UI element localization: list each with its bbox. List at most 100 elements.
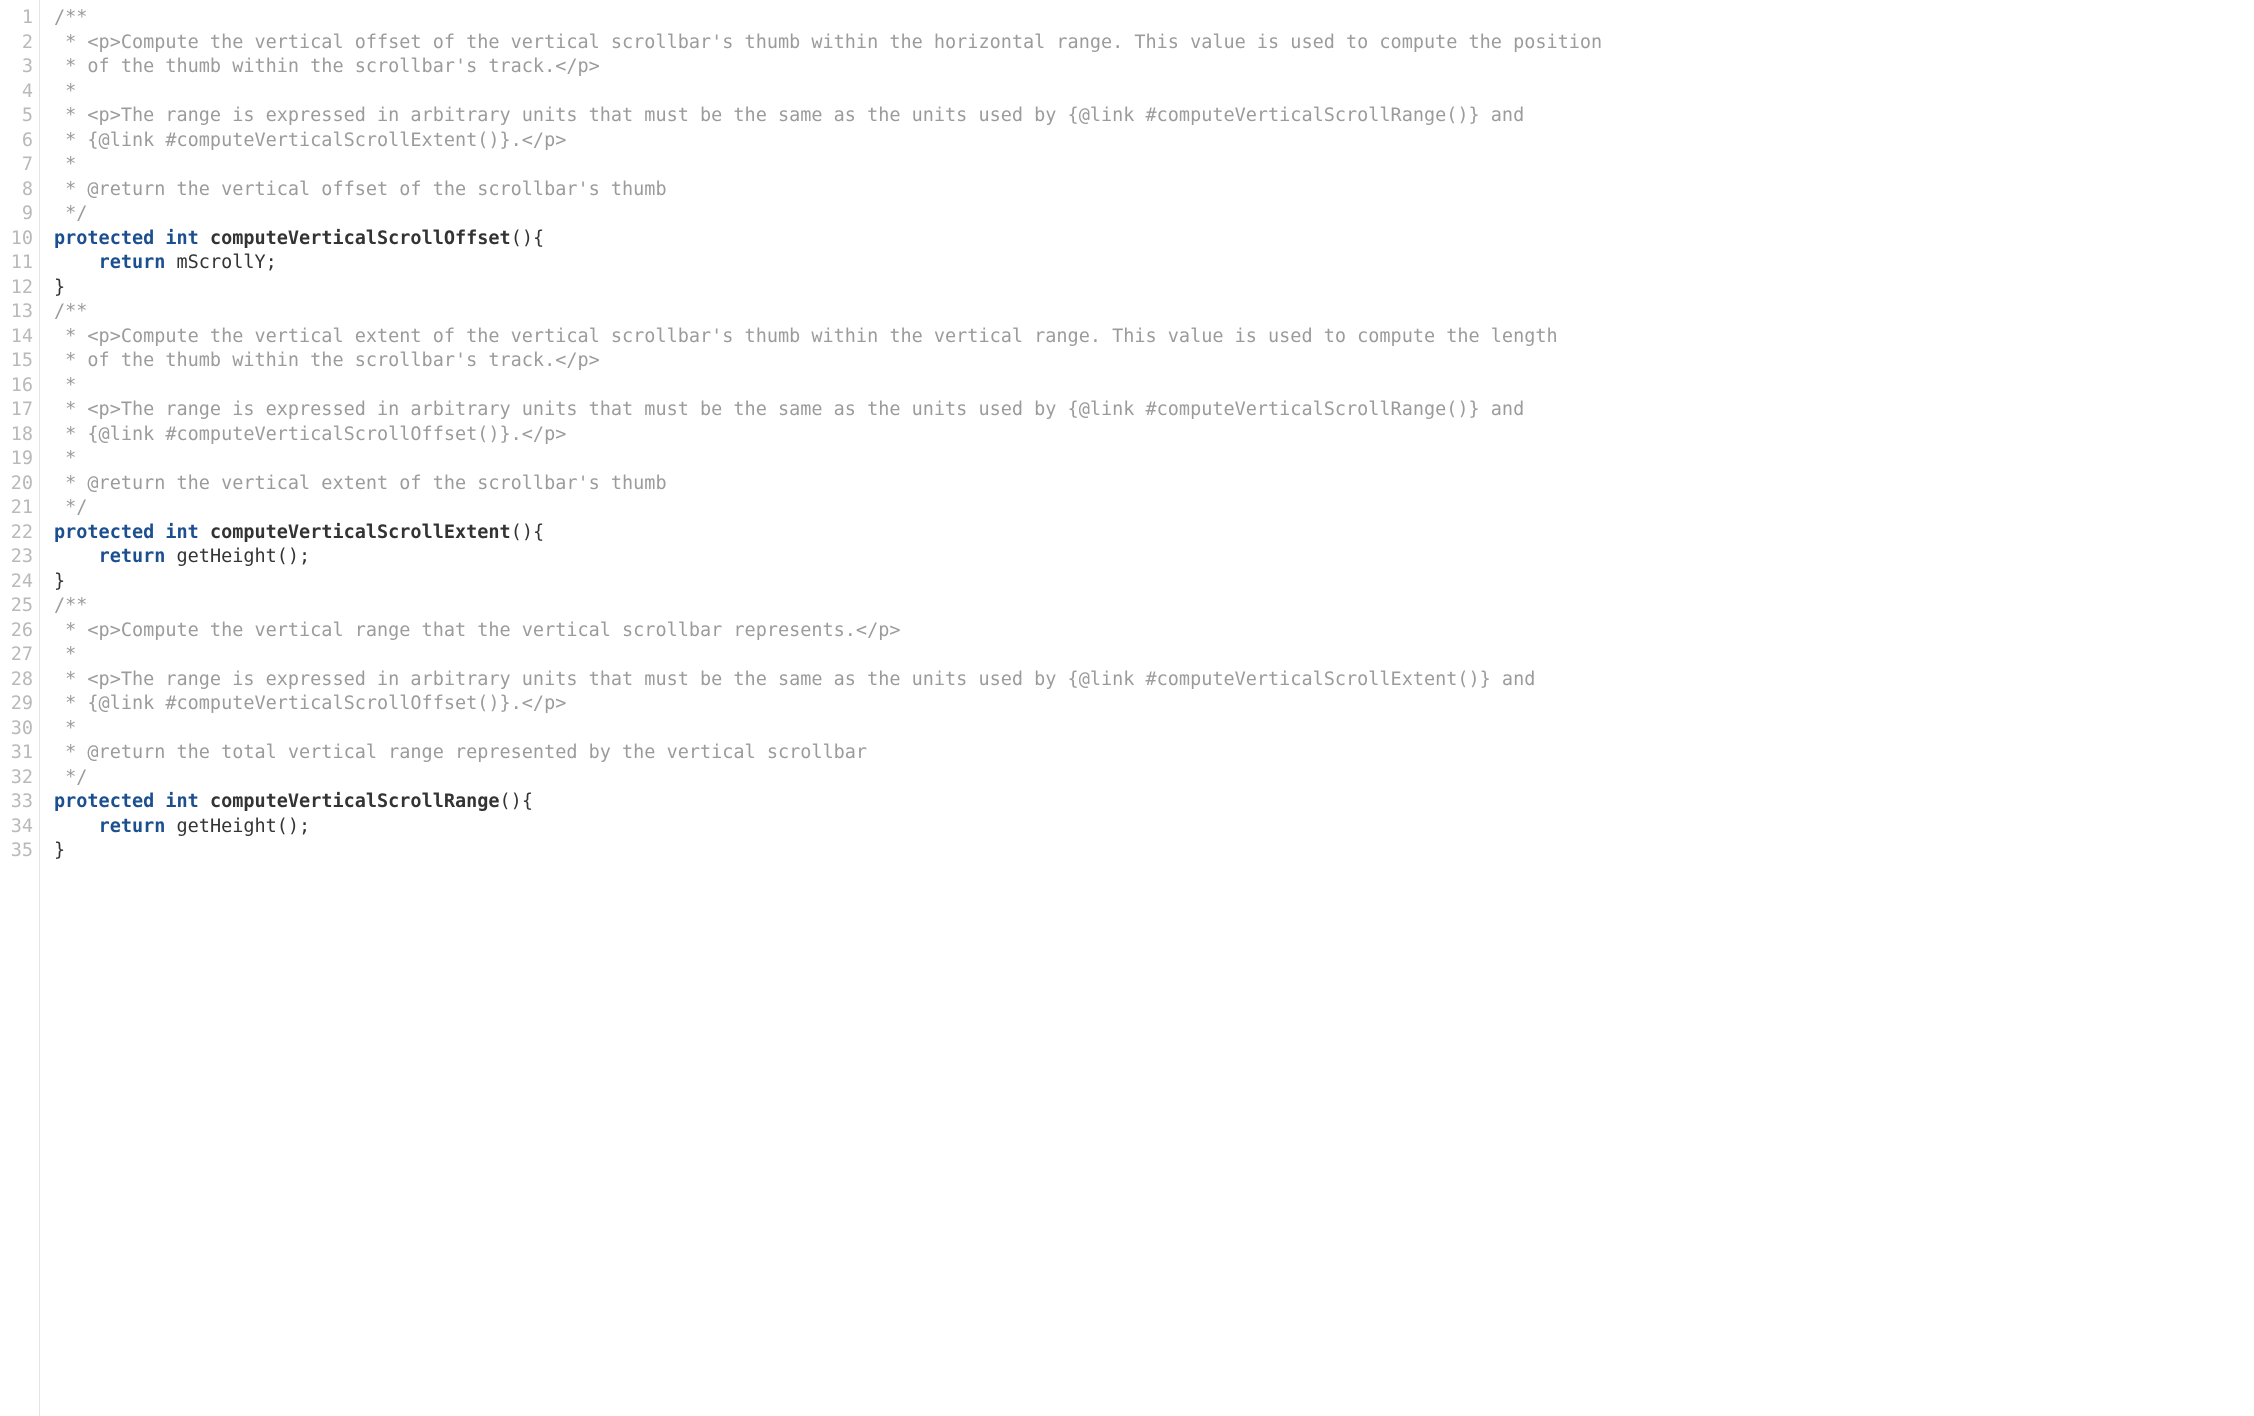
code-line[interactable]: } bbox=[54, 839, 2254, 864]
code-token: /** bbox=[54, 301, 87, 322]
code-line[interactable]: protected int computeVerticalScrollRange… bbox=[54, 790, 2254, 815]
line-number: 18 bbox=[0, 423, 39, 448]
code-token: protected bbox=[54, 791, 154, 812]
code-line[interactable]: return getHeight(); bbox=[54, 815, 2254, 840]
line-number: 11 bbox=[0, 251, 39, 276]
code-line[interactable]: /** bbox=[54, 594, 2254, 619]
code-line[interactable]: * @return the vertical offset of the scr… bbox=[54, 178, 2254, 203]
code-token bbox=[54, 816, 99, 837]
code-token: return bbox=[99, 816, 166, 837]
line-number: 30 bbox=[0, 717, 39, 742]
code-line[interactable]: /** bbox=[54, 300, 2254, 325]
code-line[interactable]: */ bbox=[54, 202, 2254, 227]
code-token: * <p>Compute the vertical offset of the … bbox=[54, 32, 1602, 53]
code-token: * @return the total vertical range repre… bbox=[54, 742, 867, 763]
line-number: 32 bbox=[0, 766, 39, 791]
code-token: * bbox=[54, 448, 76, 469]
code-line[interactable]: * <p>The range is expressed in arbitrary… bbox=[54, 668, 2254, 693]
code-token bbox=[199, 791, 210, 812]
line-number: 9 bbox=[0, 202, 39, 227]
line-number: 29 bbox=[0, 692, 39, 717]
code-token: (){ bbox=[511, 522, 544, 543]
code-token: } bbox=[54, 571, 65, 592]
line-number: 5 bbox=[0, 104, 39, 129]
code-line[interactable]: } bbox=[54, 570, 2254, 595]
code-editor[interactable]: 1234567891011121314151617181920212223242… bbox=[0, 0, 2254, 1416]
line-number: 27 bbox=[0, 643, 39, 668]
line-number: 21 bbox=[0, 496, 39, 521]
code-line[interactable]: * <p>Compute the vertical range that the… bbox=[54, 619, 2254, 644]
line-number: 14 bbox=[0, 325, 39, 350]
line-number: 17 bbox=[0, 398, 39, 423]
code-token: * bbox=[54, 644, 76, 665]
line-number: 10 bbox=[0, 227, 39, 252]
code-token: * @return the vertical offset of the scr… bbox=[54, 179, 667, 200]
line-number: 1 bbox=[0, 6, 39, 31]
code-line[interactable]: } bbox=[54, 276, 2254, 301]
line-number: 31 bbox=[0, 741, 39, 766]
code-area[interactable]: /** * <p>Compute the vertical offset of … bbox=[40, 0, 2254, 1416]
code-token: computeVerticalScrollExtent bbox=[210, 522, 511, 543]
line-number: 13 bbox=[0, 300, 39, 325]
code-line[interactable]: * bbox=[54, 717, 2254, 742]
line-number: 15 bbox=[0, 349, 39, 374]
line-number: 3 bbox=[0, 55, 39, 80]
line-number: 6 bbox=[0, 129, 39, 154]
code-token bbox=[199, 522, 210, 543]
code-line[interactable]: * bbox=[54, 374, 2254, 399]
code-token: * bbox=[54, 81, 76, 102]
code-line[interactable]: protected int computeVerticalScrollOffse… bbox=[54, 227, 2254, 252]
code-line[interactable]: */ bbox=[54, 766, 2254, 791]
code-line[interactable]: * bbox=[54, 153, 2254, 178]
code-line[interactable]: return mScrollY; bbox=[54, 251, 2254, 276]
code-token: * <p>The range is expressed in arbitrary… bbox=[54, 669, 1535, 690]
code-token: (){ bbox=[500, 791, 533, 812]
code-line[interactable]: * <p>The range is expressed in arbitrary… bbox=[54, 104, 2254, 129]
code-token: * <p>The range is expressed in arbitrary… bbox=[54, 105, 1524, 126]
code-line[interactable]: return getHeight(); bbox=[54, 545, 2254, 570]
code-token: * <p>Compute the vertical range that the… bbox=[54, 620, 900, 641]
code-line[interactable]: * {@link #computeVerticalScrollOffset()}… bbox=[54, 692, 2254, 717]
code-token: protected bbox=[54, 522, 154, 543]
code-token: * {@link #computeVerticalScrollOffset()}… bbox=[54, 424, 566, 445]
code-token: * of the thumb within the scrollbar's tr… bbox=[54, 56, 600, 77]
code-token bbox=[154, 228, 165, 249]
line-number: 23 bbox=[0, 545, 39, 570]
code-token: (){ bbox=[511, 228, 544, 249]
line-number: 34 bbox=[0, 815, 39, 840]
line-number: 28 bbox=[0, 668, 39, 693]
code-token: * <p>The range is expressed in arbitrary… bbox=[54, 399, 1524, 420]
line-number: 20 bbox=[0, 472, 39, 497]
code-token: * <p>Compute the vertical extent of the … bbox=[54, 326, 1558, 347]
code-line[interactable]: * <p>The range is expressed in arbitrary… bbox=[54, 398, 2254, 423]
code-token: getHeight(); bbox=[165, 816, 310, 837]
code-token bbox=[199, 228, 210, 249]
code-line[interactable]: */ bbox=[54, 496, 2254, 521]
code-token: * of the thumb within the scrollbar's tr… bbox=[54, 350, 600, 371]
code-line[interactable]: * <p>Compute the vertical extent of the … bbox=[54, 325, 2254, 350]
code-line[interactable]: * @return the vertical extent of the scr… bbox=[54, 472, 2254, 497]
code-line[interactable]: /** bbox=[54, 6, 2254, 31]
line-number: 24 bbox=[0, 570, 39, 595]
code-line[interactable]: * {@link #computeVerticalScrollExtent()}… bbox=[54, 129, 2254, 154]
code-line[interactable]: * bbox=[54, 80, 2254, 105]
code-token: /** bbox=[54, 7, 87, 28]
code-line[interactable]: * bbox=[54, 643, 2254, 668]
code-line[interactable]: * of the thumb within the scrollbar's tr… bbox=[54, 349, 2254, 374]
line-number: 35 bbox=[0, 839, 39, 864]
code-line[interactable]: * <p>Compute the vertical offset of the … bbox=[54, 31, 2254, 56]
code-line[interactable]: * bbox=[54, 447, 2254, 472]
code-line[interactable]: * @return the total vertical range repre… bbox=[54, 741, 2254, 766]
code-token bbox=[154, 791, 165, 812]
line-number: 25 bbox=[0, 594, 39, 619]
code-token: protected bbox=[54, 228, 154, 249]
code-token bbox=[154, 522, 165, 543]
code-line[interactable]: * {@link #computeVerticalScrollOffset()}… bbox=[54, 423, 2254, 448]
code-line[interactable]: * of the thumb within the scrollbar's tr… bbox=[54, 55, 2254, 80]
code-token: computeVerticalScrollRange bbox=[210, 791, 500, 812]
code-token: return bbox=[99, 252, 166, 273]
code-token: int bbox=[165, 228, 198, 249]
code-line[interactable]: protected int computeVerticalScrollExten… bbox=[54, 521, 2254, 546]
code-token: * @return the vertical extent of the scr… bbox=[54, 473, 667, 494]
line-number: 16 bbox=[0, 374, 39, 399]
